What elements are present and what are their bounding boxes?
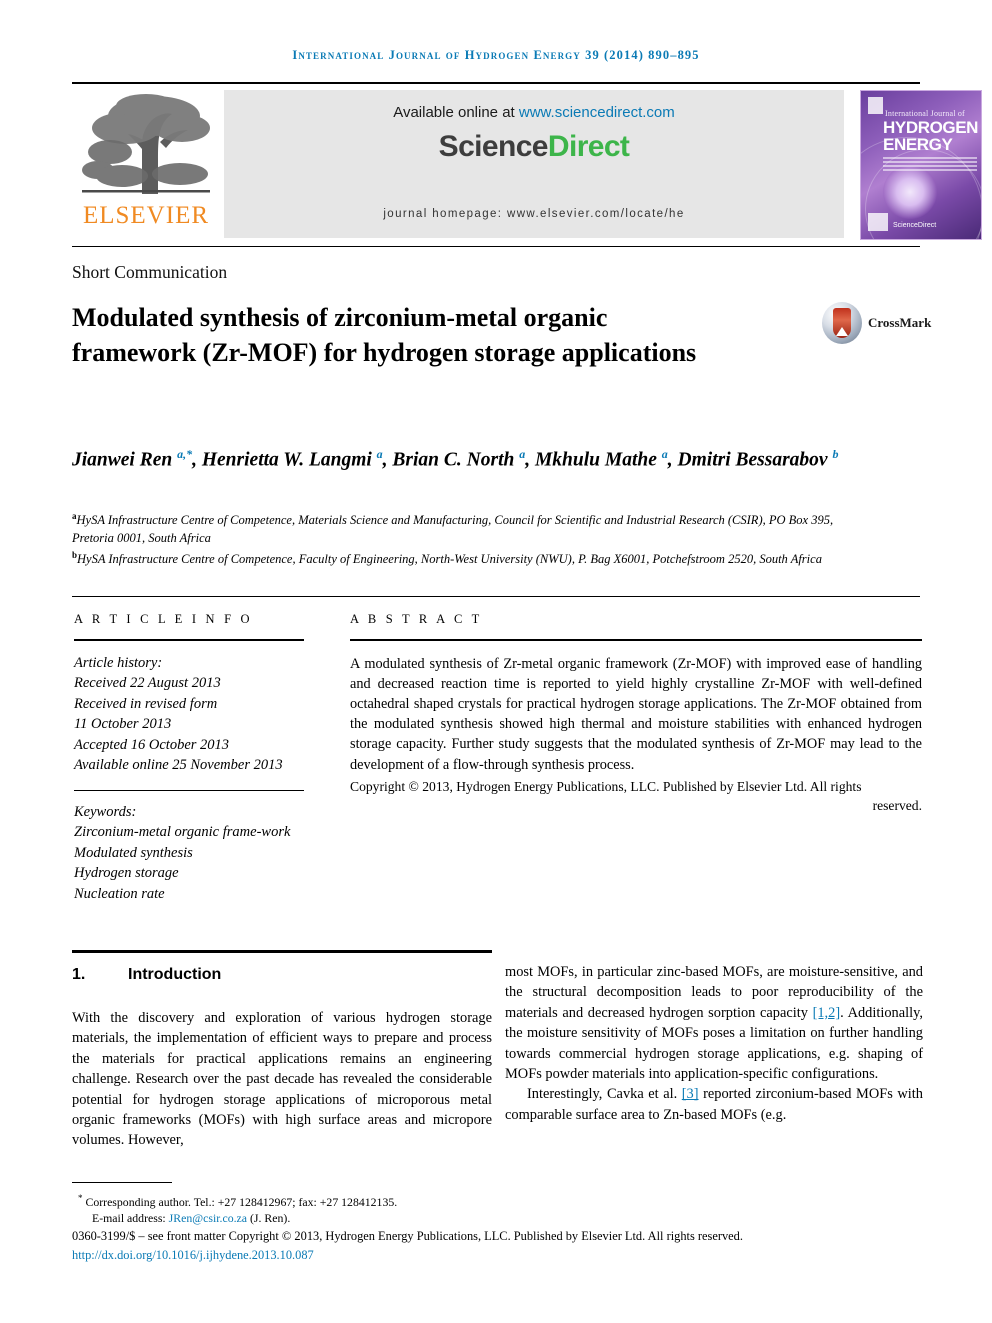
abstract-copyright-text: Copyright © 2013, Hydrogen Energy Public… — [350, 778, 862, 794]
sciencedirect-url-link[interactable]: www.sciencedirect.com — [519, 104, 675, 121]
doi-line: http://dx.doi.org/10.1016/j.ijhydene.201… — [72, 1248, 314, 1263]
corresponding-author-note: * Corresponding author. Tel.: +27 128412… — [78, 1190, 928, 1227]
corresponding-author-text: Corresponding author. Tel.: +27 12841296… — [82, 1194, 398, 1209]
journal-homepage-text: journal homepage: www.elsevier.com/locat… — [383, 208, 685, 220]
article-history: Article history: Received 22 August 2013… — [74, 653, 304, 776]
abstract-divider — [350, 639, 922, 641]
elsevier-logo: ELSEVIER — [72, 90, 220, 238]
introduction-number: 1. — [72, 966, 86, 983]
masthead-bottom-rule — [72, 246, 920, 247]
keywords-divider — [74, 789, 304, 791]
intro-paragraph: Interestingly, Cavka et al. [3] reported… — [505, 1084, 923, 1125]
cover-title-big: HYDROGEN ENERGY — [883, 119, 979, 153]
cover-title-line2: ENERGY — [883, 135, 953, 154]
introduction-heading: 1. Introduction — [72, 966, 221, 984]
paper-page: International Journal of Hydrogen Energy… — [0, 0, 992, 1323]
introduction-left-column: With the discovery and exploration of va… — [72, 1010, 492, 1149]
article-info-column: A R T I C L E I N F O Article history: R… — [74, 612, 304, 904]
history-item: Received in revised form — [74, 695, 218, 712]
cover-editor-lines — [883, 157, 977, 173]
running-head: International Journal of Hydrogen Energy… — [292, 48, 700, 62]
history-item: Accepted 16 October 2013 — [74, 736, 230, 753]
keywords-block: Keywords: Zirconium-metal organic frame-… — [74, 802, 304, 905]
article-history-label: Article history: — [74, 654, 163, 671]
elsevier-wordmark: ELSEVIER — [82, 202, 210, 229]
introduction-rule — [72, 950, 492, 953]
citation-link-3[interactable]: [3] — [682, 1086, 699, 1102]
article-type: Short Communication — [72, 262, 228, 282]
sciencedirect-logo: ScienceDirect — [224, 130, 844, 164]
keyword-item: Hydrogen storage — [74, 865, 179, 881]
sciencedirect-logo-science: Science — [438, 130, 549, 163]
abstract-column: A B S T R A C T A modulated synthesis of… — [350, 612, 922, 816]
affiliation-text: HySA Infrastructure Centre of Competence… — [72, 513, 834, 545]
available-online-text: Available online at www.sciencedirect.co… — [224, 104, 844, 121]
cover-halo-icon — [883, 165, 937, 219]
article-info-divider — [74, 639, 304, 641]
journal-cover-thumbnail: International Journal of HYDROGEN ENERGY … — [860, 90, 982, 240]
footnote-rule — [72, 1182, 172, 1183]
intro-text-2a: Interestingly, Cavka et al. — [527, 1086, 682, 1103]
issn-copyright-line: 0360-3199/$ – see front matter Copyright… — [72, 1229, 743, 1243]
abstract-body: A modulated synthesis of Zr-metal organi… — [350, 655, 922, 773]
affiliation-item: aHySA Infrastructure Centre of Competenc… — [72, 508, 872, 547]
masthead-top-rule — [72, 82, 920, 84]
available-online-label: Available online at — [393, 104, 519, 121]
crossmark-circle-icon — [822, 302, 862, 344]
page-title: Modulated synthesis of zirconium-metal o… — [72, 303, 697, 367]
corresponding-author-line: * Corresponding author. Tel.: +27 128412… — [78, 1190, 928, 1210]
sciencedirect-banner: Available online at www.sciencedirect.co… — [224, 90, 844, 238]
introduction-right-column: most MOFs, in particular zinc-based MOFs… — [505, 962, 923, 1125]
cover-elsevier-mark-icon — [868, 97, 883, 114]
author-list: Jianwei Ren a,*, Henrietta W. Langmi a, … — [72, 447, 839, 471]
history-item: 11 October 2013 — [74, 716, 172, 732]
keywords-label: Keywords: — [74, 803, 137, 820]
cover-title-small: International Journal of — [885, 109, 965, 118]
intro-paragraph: most MOFs, in particular zinc-based MOFs… — [505, 962, 923, 1084]
masthead: ELSEVIER Available online at www.science… — [72, 82, 982, 240]
cover-footer-mark-icon — [868, 213, 888, 231]
doi-link[interactable]: http://dx.doi.org/10.1016/j.ijhydene.201… — [72, 1248, 314, 1262]
keyword-item: Nucleation rate — [74, 885, 165, 902]
crossmark-notch-icon — [836, 327, 848, 336]
abstract-copyright: Copyright © 2013, Hydrogen Energy Public… — [350, 777, 922, 816]
email-suffix: (J. Ren). — [247, 1211, 291, 1226]
citation-link-1-2[interactable]: [1,2] — [813, 1005, 841, 1021]
affiliation-text: HySA Infrastructure Centre of Competence… — [77, 552, 822, 567]
info-block-top-rule — [72, 596, 920, 597]
affiliation-list: aHySA Infrastructure Centre of Competenc… — [72, 508, 872, 569]
sciencedirect-logo-direct: Direct — [547, 130, 630, 163]
elsevier-tree-icon — [76, 90, 216, 202]
crossmark-badge[interactable]: CrossMark — [822, 302, 931, 346]
history-item: Available online 25 November 2013 — [74, 757, 283, 773]
email-link[interactable]: JRen@csir.co.za — [169, 1211, 247, 1225]
article-info-heading: A R T I C L E I N F O — [74, 612, 253, 626]
history-item: Received 22 August 2013 — [74, 675, 221, 691]
cover-footer-sciencedirect: ScienceDirect — [893, 222, 937, 229]
introduction-title: Introduction — [128, 966, 222, 983]
crossmark-label: CrossMark — [868, 315, 932, 330]
email-label: E-mail address: — [92, 1211, 169, 1226]
keyword-item: Modulated synthesis — [74, 844, 193, 861]
affiliation-item: bHySA Infrastructure Centre of Competenc… — [72, 547, 872, 569]
abstract-copyright-last: reserved. — [872, 798, 922, 814]
keyword-item: Zirconium-metal organic frame-work — [74, 824, 291, 840]
abstract-heading: A B S T R A C T — [350, 612, 483, 626]
email-line: E-mail address: JRen@csir.co.za (J. Ren)… — [78, 1210, 928, 1227]
